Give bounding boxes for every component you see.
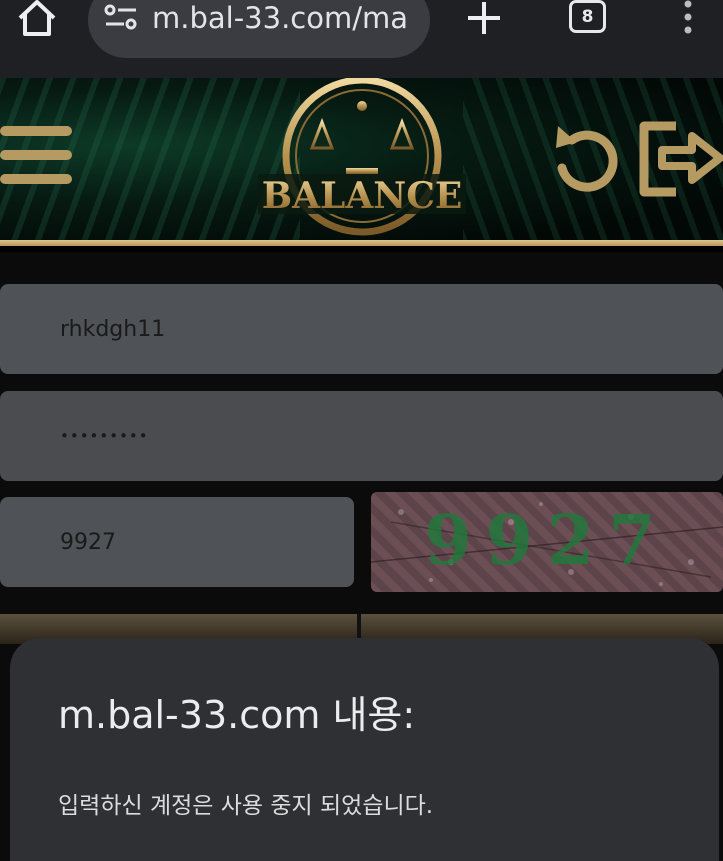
logout-icon[interactable] <box>636 116 723 200</box>
logo-text: BALANCE <box>262 175 463 217</box>
dialog-message: 입력하신 계정은 사용 중지 되었습니다. <box>58 793 434 819</box>
captcha-text: 9927 <box>424 501 669 581</box>
more-menu-icon[interactable] <box>677 0 699 36</box>
site-header: BALANCE <box>0 78 723 246</box>
balance-logo[interactable]: BALANCE <box>256 78 468 240</box>
refresh-icon[interactable] <box>548 116 624 200</box>
captcha-input[interactable]: 9927 <box>0 497 354 587</box>
alert-dialog: m.bal-33.com 내용: 입력하신 계정은 사용 중지 되었습니다. <box>10 638 719 861</box>
dialog-title: m.bal-33.com 내용: <box>58 693 416 737</box>
tab-switcher-button[interactable]: 8 <box>569 0 606 33</box>
site-settings-icon[interactable] <box>104 2 138 32</box>
new-tab-icon[interactable] <box>464 0 504 36</box>
home-icon[interactable] <box>14 0 60 36</box>
captcha-input-value: 9927 <box>60 529 116 555</box>
hamburger-menu-icon[interactable] <box>0 122 74 188</box>
password-input[interactable]: ••••••••• <box>0 391 723 481</box>
username-input[interactable]: rhkdgh11 <box>0 284 723 374</box>
url-text[interactable]: m.bal-33.com/ma <box>152 0 422 38</box>
username-value: rhkdgh11 <box>60 316 166 342</box>
password-value: ••••••••• <box>60 427 149 445</box>
header-gold-bar <box>0 240 723 246</box>
browser-toolbar: m.bal-33.com/ma 8 <box>0 0 723 78</box>
captcha-image: 9927 <box>371 492 723 592</box>
